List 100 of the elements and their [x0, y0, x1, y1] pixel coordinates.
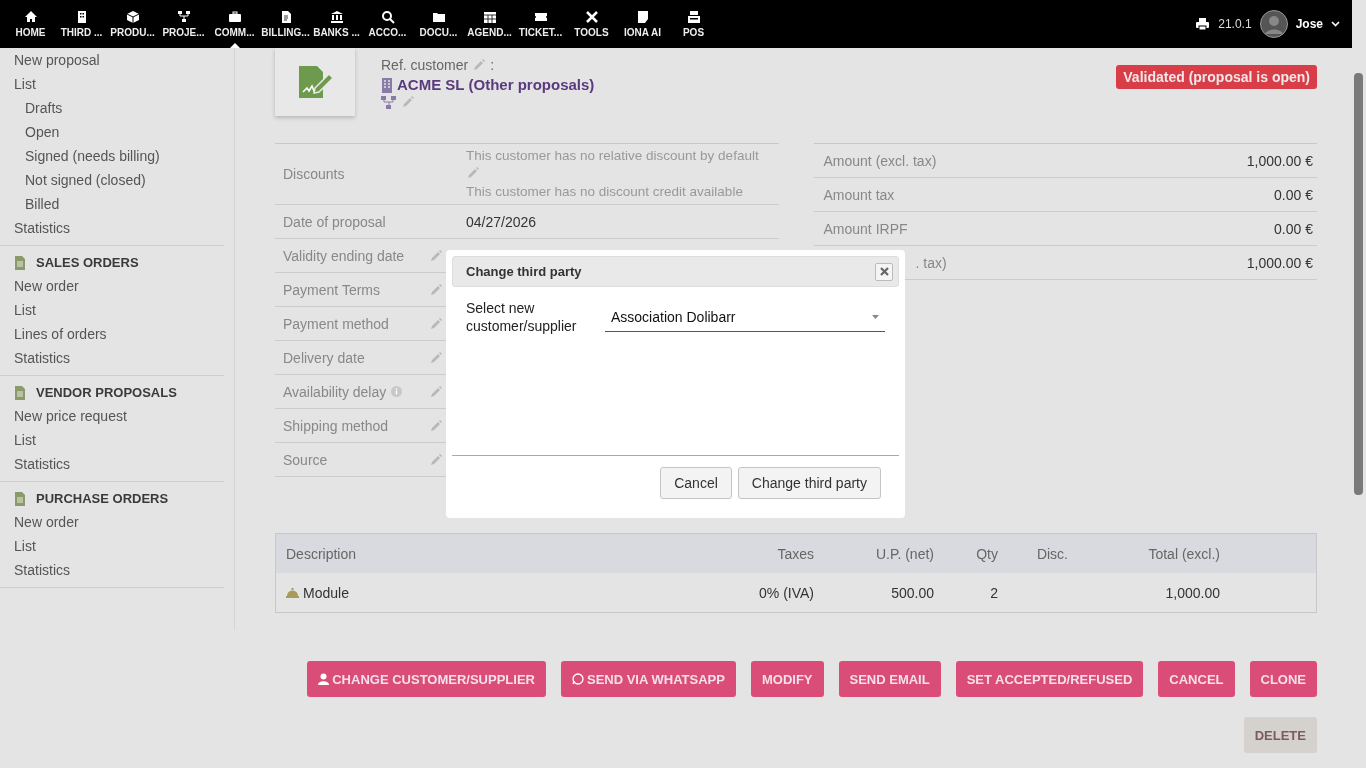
- network-icon: [176, 10, 191, 24]
- total-value: 0.00 €: [1274, 186, 1313, 203]
- status-badge: Validated (proposal is open): [1116, 65, 1317, 89]
- field-label: Discounts: [283, 166, 345, 182]
- briefcase-icon: [227, 10, 242, 24]
- customer-link[interactable]: ACME SL: [397, 75, 465, 95]
- menu-link[interactable]: Drafts: [0, 96, 224, 120]
- action-button[interactable]: CLONE: [1249, 661, 1317, 697]
- total-value: 1,000.00 €: [1246, 152, 1313, 169]
- field-label: Date of proposal: [283, 213, 386, 230]
- total-label: . tax): [914, 254, 947, 271]
- field-label: Select new customer/supplier: [466, 299, 578, 336]
- pencil-icon[interactable]: [429, 452, 443, 467]
- menu-tab[interactable]: COMM...: [209, 0, 260, 48]
- menu-link[interactable]: New order: [0, 274, 224, 298]
- action-button[interactable]: SEND VIA WHATSAPP: [560, 661, 736, 697]
- menu-link[interactable]: Lines of orders: [0, 322, 224, 346]
- pencil-icon[interactable]: [429, 350, 443, 365]
- action-button[interactable]: CANCEL: [1158, 661, 1235, 697]
- user-icon: [318, 673, 330, 685]
- menu-link[interactable]: New proposal: [0, 48, 224, 72]
- pencil-icon[interactable]: [429, 418, 443, 433]
- menu-tab[interactable]: PRODU...: [107, 0, 158, 48]
- field-label: Delivery date: [283, 349, 365, 366]
- menu-tab[interactable]: BILLING...: [260, 0, 311, 48]
- menu-link[interactable]: List: [0, 534, 224, 558]
- printer-icon[interactable]: [1195, 17, 1211, 31]
- column-header: Taxes: [776, 545, 814, 562]
- column-header: Description: [286, 545, 358, 562]
- menu-link[interactable]: Signed (needs billing): [0, 144, 224, 168]
- menu-tab[interactable]: HOME: [5, 0, 56, 48]
- field-label: Payment Terms: [283, 281, 380, 298]
- pencil-icon[interactable]: [429, 316, 443, 331]
- delete-button[interactable]: DELETE: [1243, 717, 1317, 753]
- document-icon: [14, 491, 26, 506]
- pencil-icon[interactable]: [429, 282, 443, 297]
- other-proposals-link[interactable]: (Other proposals): [468, 75, 595, 95]
- menu-tab[interactable]: AGEND...: [464, 0, 515, 48]
- note-icon: [635, 10, 650, 24]
- dialog-button[interactable]: Change third party: [737, 467, 881, 499]
- column-header: Total (excl.): [1147, 545, 1220, 562]
- menu-link[interactable]: Statistics: [0, 452, 224, 476]
- menu-link[interactable]: List: [0, 72, 224, 96]
- menu-tab[interactable]: IONA AI: [617, 0, 668, 48]
- user-menu[interactable]: Jose: [1295, 17, 1323, 31]
- action-button[interactable]: CHANGE CUSTOMER/SUPPLIER: [307, 661, 546, 697]
- pencil-icon[interactable]: [466, 166, 480, 180]
- colon-label: :: [490, 56, 495, 75]
- close-button[interactable]: [875, 262, 893, 281]
- chat-bubble-icon: [571, 673, 584, 685]
- menu-tab[interactable]: BANKS ...: [311, 0, 362, 48]
- menu-link[interactable]: Not signed (closed): [0, 168, 224, 192]
- ref-customer-label: Ref. customer: [381, 56, 469, 75]
- column-header: Disc.: [1035, 545, 1068, 562]
- pencil-icon[interactable]: [429, 384, 443, 399]
- menu-link[interactable]: Open: [0, 120, 224, 144]
- section-title: PURCHASE ORDERS: [36, 491, 169, 506]
- pencil-icon[interactable]: [429, 248, 443, 263]
- chevron-down-icon[interactable]: [1331, 21, 1340, 27]
- pencil-icon[interactable]: [401, 95, 415, 109]
- menu-link[interactable]: New price request: [0, 404, 224, 428]
- menu-tab[interactable]: DOCU...: [413, 0, 464, 48]
- folder-icon: [431, 10, 446, 24]
- proposal-logo-icon: [275, 48, 355, 116]
- menu-tab[interactable]: POS: [668, 0, 719, 48]
- hierarchy-icon[interactable]: [381, 95, 397, 109]
- menu-tab[interactable]: TOOLS: [566, 0, 617, 48]
- action-button[interactable]: SEND EMAIL: [838, 661, 941, 697]
- menu-link[interactable]: Billed: [0, 192, 224, 216]
- action-button[interactable]: SET ACCEPTED/REFUSED: [955, 661, 1144, 697]
- total-label: Amount tax: [823, 186, 895, 203]
- action-button[interactable]: MODIFY: [750, 661, 824, 697]
- table-cell-text: 1,000.00: [1164, 584, 1220, 601]
- field-label: Availability delay: [283, 383, 387, 400]
- field-label: Source: [283, 451, 328, 468]
- menu-tab[interactable]: THIRD ...: [56, 0, 107, 48]
- menu-link[interactable]: List: [0, 298, 224, 322]
- total-value: 0.00 €: [1274, 220, 1313, 237]
- field-label: Validity ending date: [283, 247, 405, 264]
- menu-link[interactable]: Statistics: [0, 216, 224, 240]
- version-label: 21.0.1: [1218, 17, 1252, 31]
- dialog-button[interactable]: Cancel: [660, 467, 732, 499]
- calendar-icon: [482, 10, 497, 24]
- section-title: SALES ORDERS: [36, 255, 139, 270]
- menu-link[interactable]: Statistics: [0, 346, 224, 370]
- menu-link[interactable]: New order: [0, 510, 224, 534]
- pencil-icon[interactable]: [472, 58, 487, 72]
- menu-tab[interactable]: ACCO...: [362, 0, 413, 48]
- magnifier-icon: [380, 10, 395, 24]
- menu-tab[interactable]: PROJE...: [158, 0, 209, 48]
- menu-link[interactable]: List: [0, 428, 224, 452]
- document-icon: [14, 255, 26, 270]
- home-icon: [23, 10, 38, 24]
- avatar-icon[interactable]: [1259, 10, 1288, 38]
- total-label: Amount IRPF: [823, 220, 908, 237]
- bank-icon: [329, 10, 344, 24]
- menu-tab[interactable]: TICKET...: [515, 0, 566, 48]
- discount-note: This customer has no relative discount by default This customer has no discount credit available: [466, 147, 760, 201]
- menu-link[interactable]: Statistics: [0, 558, 224, 582]
- column-header: U.P. (net): [874, 545, 934, 562]
